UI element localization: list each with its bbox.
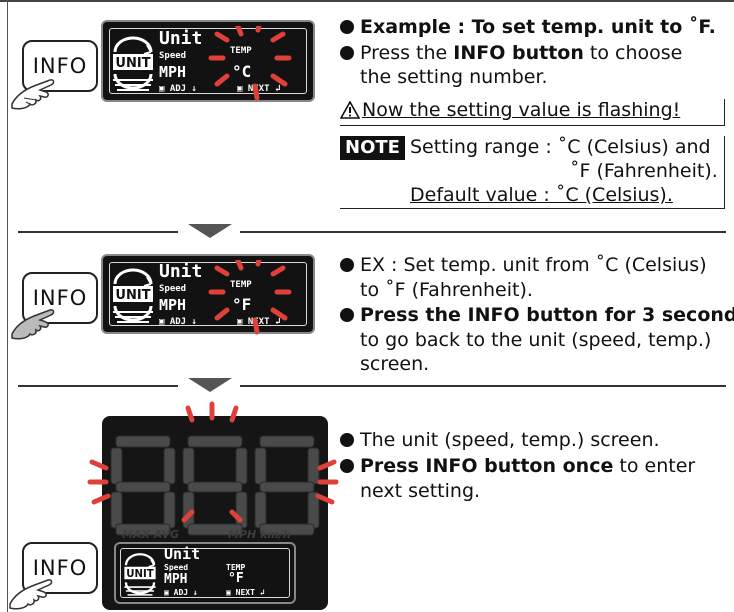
lcd-temp-value: °F (228, 571, 244, 586)
step3-line-2: Press INFO button once to enter (340, 455, 695, 478)
step2-line-2: to ˚F (Fahrenheit). (360, 279, 533, 301)
top-rule (0, 0, 734, 2)
info-button-label: INFO (32, 286, 88, 310)
unit-logo-icon: UNIT (124, 553, 156, 596)
warning-box: Now the setting value is flashing! (340, 99, 725, 126)
step2-line-1: EX : Set temp. unit from ˚C (Celsius) (340, 254, 707, 277)
step1-line-1: Example : To set temp. unit to ˚F. (340, 16, 716, 39)
svg-text:UNIT: UNIT (115, 56, 150, 71)
lcd-speed-value: MPH (159, 296, 187, 314)
down-arrow-icon (188, 378, 232, 392)
lcd-speed-label: Speed (159, 284, 187, 294)
step2-line-3: Press the INFO button for 3 seconds (340, 304, 734, 327)
down-arrow-icon (188, 224, 232, 238)
lcd-adj-label: ▣ ADJ ↓ (164, 588, 198, 597)
svg-text:UNIT: UNIT (126, 569, 153, 580)
lcd-next-label: ▣ NEXT ↲ (226, 588, 265, 597)
unit-logo-icon: UNIT (113, 36, 153, 91)
flashing-indicator-icon (87, 401, 339, 523)
step1-line-3: the setting number. (360, 66, 548, 88)
lcd-title: Unit (164, 545, 201, 563)
lcd-title: Unit (159, 28, 203, 49)
bullet-icon (340, 308, 354, 322)
lcd-title: Unit (159, 261, 203, 282)
step3-line-1: The unit (speed, temp.) screen. (340, 429, 660, 452)
step1-line-2: Press the INFO button to choose (340, 42, 682, 65)
svg-text:UNIT: UNIT (115, 288, 150, 303)
left-rule (7, 0, 8, 612)
step3-line-3: next setting. (360, 480, 481, 502)
note-label: NOTE (340, 136, 405, 160)
bullet-icon (340, 46, 354, 60)
pointing-hand-icon (9, 579, 53, 610)
note-line-2: ˚F (Fahrenheit). (570, 160, 718, 182)
warning-triangle-icon (340, 101, 360, 119)
lcd-speed-value: MPH (159, 63, 187, 81)
flashing-indicator-icon (208, 26, 292, 101)
note-box: NOTE Setting range : ˚C (Celsius) and ˚F… (340, 136, 725, 209)
bullet-icon (340, 258, 354, 272)
note-line-3: Default value : ˚C (Celsius). (410, 184, 673, 206)
lcd-adj-label: ▣ ADJ ↓ (159, 317, 197, 327)
pressing-hand-icon (11, 309, 55, 340)
unit-logo-icon: UNIT (113, 268, 153, 323)
separator (18, 231, 178, 233)
step2-line-4: to go back to the unit (speed, temp.) (360, 329, 712, 351)
pointing-hand-icon (11, 79, 55, 110)
lcd-speed-label: Speed (159, 51, 187, 61)
lcd-panel: UNIT Unit Speed MPH TEMP °F ▣ ADJ ↓ ▣ NE… (116, 544, 294, 602)
lcd-panel: UNIT Unit Speed MPH TEMP °F ▣ ADJ ↓ ▣ NE… (103, 256, 313, 335)
info-button-label: INFO (32, 54, 88, 78)
separator (240, 385, 726, 387)
bullet-icon (340, 459, 354, 473)
lcd-panel: UNIT Unit Speed MPH TEMP °C ▣ ADJ ↓ ▣ NE… (103, 22, 313, 101)
lcd-adj-label: ▣ ADJ ↓ (159, 84, 197, 94)
step2-line-5: screen. (360, 353, 430, 375)
bullet-icon (340, 20, 354, 34)
flashing-indicator-icon (208, 260, 292, 335)
separator (18, 385, 178, 387)
separator (240, 231, 726, 233)
info-button-label: INFO (32, 556, 88, 580)
warning-text: Now the setting value is flashing! (362, 99, 681, 121)
lcd-speed-value: MPH (164, 572, 188, 587)
lcd-speed-label: Speed (164, 563, 189, 572)
bullet-icon (340, 433, 354, 447)
note-line-1: Setting range : ˚C (Celsius) and (410, 136, 711, 158)
